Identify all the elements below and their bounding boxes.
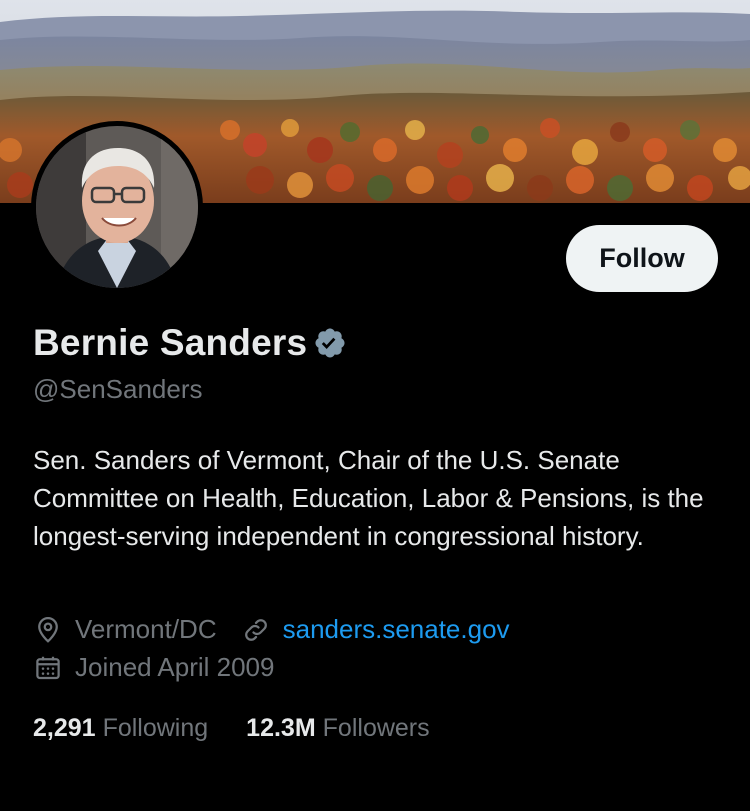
avatar-border xyxy=(31,121,203,293)
profile-joined-row: Joined April 2009 xyxy=(33,652,274,683)
profile-website-group: sanders.senate.gov xyxy=(241,614,510,645)
profile-display-name: Bernie Sanders xyxy=(33,322,308,363)
profile-handle: @SenSanders xyxy=(33,374,203,404)
following-stat-link[interactable]: 2,291 Following xyxy=(33,714,208,743)
followers-label: Followers xyxy=(322,714,430,742)
profile-website-link[interactable]: sanders.senate.gov xyxy=(283,614,510,645)
profile-meta-row: Vermont/DC sanders.senate.gov xyxy=(33,614,510,645)
following-count: 2,291 xyxy=(33,714,96,742)
profile-location: Vermont/DC xyxy=(75,614,217,644)
avatar[interactable] xyxy=(36,126,198,288)
location-pin-icon xyxy=(33,615,63,645)
profile-stats: 2,291 Following 12.3M Followers xyxy=(33,714,468,743)
calendar-icon xyxy=(33,653,63,683)
verified-badge-icon[interactable] xyxy=(313,326,347,360)
follow-button[interactable]: Follow xyxy=(566,225,718,292)
profile-name-row: Bernie Sanders xyxy=(33,322,347,364)
following-label: Following xyxy=(102,714,209,742)
profile-joined-date: Joined April 2009 xyxy=(75,652,275,682)
followers-stat-link[interactable]: 12.3M Followers xyxy=(246,714,429,743)
followers-count: 12.3M xyxy=(246,714,316,742)
link-icon xyxy=(241,615,271,645)
profile-bio: Sen. Sanders of Vermont, Chair of the U.… xyxy=(33,445,704,551)
